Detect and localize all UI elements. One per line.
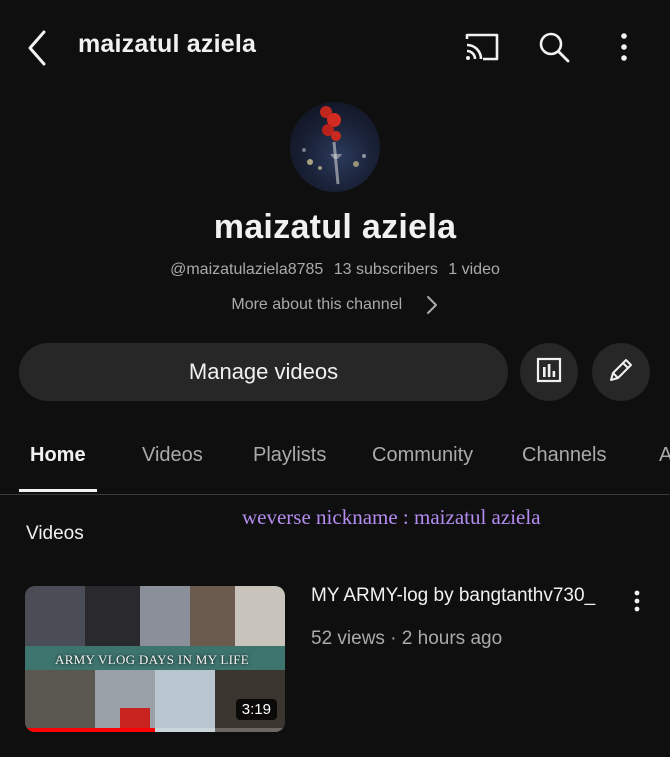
edit-channel-button[interactable] xyxy=(592,343,650,401)
back-arrow-icon[interactable] xyxy=(22,28,56,68)
more-about-channel-link[interactable]: More about this channel xyxy=(0,294,670,316)
video-duration: 3:19 xyxy=(235,699,277,720)
header-title: maizatul aziela xyxy=(78,30,257,58)
tab-channels[interactable]: Channels xyxy=(522,444,607,467)
tab-home[interactable]: Home xyxy=(30,444,86,467)
channel-name: maizatul aziela xyxy=(213,208,457,246)
tab-about[interactable]: A xyxy=(659,444,670,467)
tab-community[interactable]: Community xyxy=(372,444,473,467)
chevron-right-icon xyxy=(425,294,439,316)
thumbnail-caption: ARMY VLOG DAYS IN MY LIFE xyxy=(55,652,249,667)
watch-progress-track xyxy=(25,728,285,732)
video-title[interactable]: MY ARMY-log by bangtanthv730_ xyxy=(311,585,611,606)
tab-videos[interactable]: Videos xyxy=(142,444,203,467)
overlay-note: weverse nickname : maizatul aziela xyxy=(242,505,541,529)
more-about-label: More about this channel xyxy=(231,296,403,314)
more-vertical-icon[interactable] xyxy=(612,30,636,64)
channel-tabs: Home Videos Playlists Community Channels… xyxy=(0,432,670,494)
tab-playlists[interactable]: Playlists xyxy=(253,444,326,467)
search-icon[interactable] xyxy=(536,29,572,65)
active-tab-indicator xyxy=(19,489,97,492)
channel-handle: @maizatulaziela8785 xyxy=(170,261,324,278)
channel-meta: @maizatulaziela8785 13 subscribers 1 vid… xyxy=(0,261,670,279)
pencil-icon xyxy=(606,355,636,390)
video-thumbnail[interactable]: ARMY VLOG DAYS IN MY LIFE 3:19 xyxy=(25,586,285,732)
section-title: Videos xyxy=(26,523,84,544)
analytics-button[interactable] xyxy=(520,343,578,401)
analytics-icon xyxy=(535,356,563,389)
tab-divider xyxy=(0,494,670,495)
video-meta: 52 views · 2 hours ago xyxy=(311,628,503,649)
channel-avatar[interactable] xyxy=(290,102,380,192)
watch-progress-fill xyxy=(25,728,155,732)
video-count: 1 video xyxy=(448,261,500,278)
video-more-icon[interactable] xyxy=(627,588,647,616)
subscriber-count: 13 subscribers xyxy=(333,261,438,278)
manage-videos-button[interactable]: Manage videos xyxy=(19,343,508,401)
cast-icon[interactable] xyxy=(463,31,501,63)
